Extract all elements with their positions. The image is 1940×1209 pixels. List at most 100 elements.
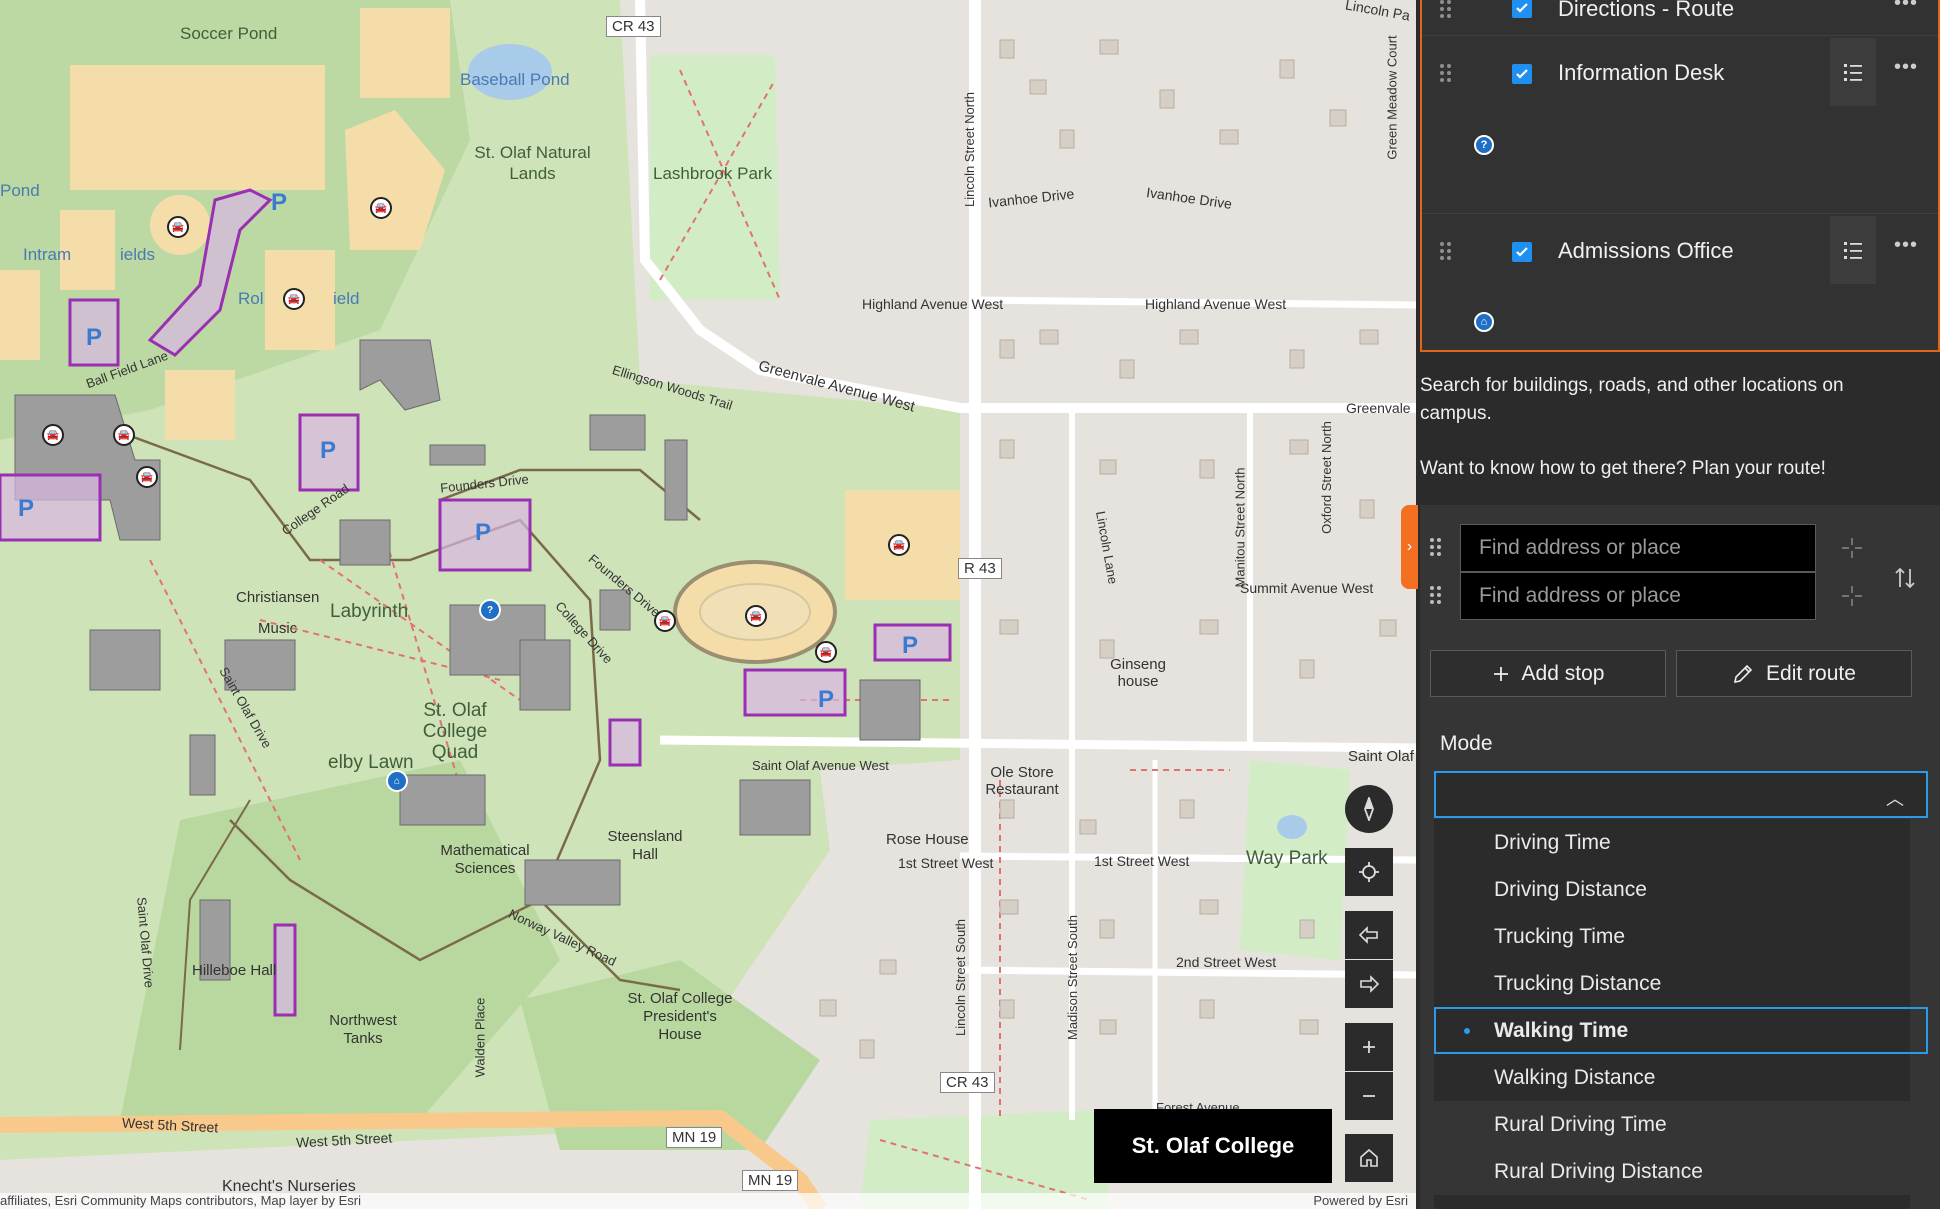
legend-toggle-button[interactable]	[1830, 216, 1876, 284]
parking-icon[interactable]: 🚘	[888, 534, 910, 556]
map-label-labyrinth: Labyrinth	[330, 601, 409, 622]
map-label-madison: Madison Street South	[1065, 914, 1081, 1041]
drag-handle-icon[interactable]	[1440, 64, 1452, 84]
more-options-icon[interactable]: •••	[1894, 234, 1918, 257]
layer-item-information-desk[interactable]: Information Desk ••• ?	[1422, 38, 1938, 214]
mode-option[interactable]: Driving Distance	[1434, 866, 1910, 913]
previous-extent-button[interactable]	[1345, 911, 1393, 959]
map-label-first-street-2: 1st Street West	[1094, 853, 1190, 869]
map-label-rolf: Rol	[238, 289, 264, 308]
information-desk-icon[interactable]: ?	[479, 599, 501, 621]
place-label: St. Olaf College	[1094, 1109, 1332, 1183]
route-shield-cr43-mid: R 43	[958, 558, 1002, 579]
attribution-text: affiliates, Esri Community Maps contribu…	[0, 1193, 361, 1208]
map-view[interactable]: P P P P P P P Soccer Pond Baseball Pond St.…	[0, 0, 1416, 1209]
destination-search-input[interactable]	[1460, 572, 1816, 620]
more-options-icon[interactable]: •••	[1894, 0, 1918, 15]
legend-toggle-button[interactable]	[1830, 38, 1876, 106]
map-label-saint-olaf-ave-2: Saint Olaf	[1348, 748, 1414, 765]
parking-icon[interactable]: 🚘	[370, 197, 392, 219]
parking-icon[interactable]: 🚘	[113, 424, 135, 446]
add-stop-label: Add stop	[1521, 661, 1605, 685]
checkmark-icon	[1516, 3, 1528, 13]
mode-select[interactable]: ︿	[1434, 771, 1928, 818]
mode-option[interactable]: Walking Distance	[1434, 1054, 1910, 1101]
use-location-icon[interactable]	[1840, 584, 1864, 608]
parking-icon[interactable]: 🚘	[136, 466, 158, 488]
list-icon	[1844, 64, 1862, 81]
map-label-fields: ields	[120, 245, 155, 264]
next-extent-button[interactable]	[1345, 960, 1393, 1008]
intro-line-1: Search for buildings, roads, and other l…	[1420, 375, 1844, 424]
map-label-st-olaf-quad: St. Olaf College Quad	[422, 700, 488, 763]
minus-icon	[1363, 1095, 1375, 1097]
mode-option[interactable]: Trucking Time	[1434, 913, 1910, 960]
drag-handle-icon[interactable]	[1440, 0, 1452, 20]
drag-handle-icon[interactable]	[1430, 586, 1442, 606]
mode-option[interactable]: Rural Driving Time	[1434, 1101, 1910, 1148]
map-label-highland-ave-2: Highland Avenue West	[1145, 296, 1287, 312]
mode-option[interactable]: Trucking Distance	[1434, 960, 1910, 1007]
parking-icon[interactable]: 🚘	[283, 288, 305, 310]
more-options-icon[interactable]: •••	[1894, 56, 1918, 79]
admissions-symbol-icon: ⌂	[1474, 312, 1494, 332]
parking-icon[interactable]: 🚘	[167, 216, 189, 238]
drag-handle-icon[interactable]	[1430, 538, 1442, 558]
edit-route-button[interactable]: Edit route	[1676, 650, 1912, 697]
svg-text:P: P	[18, 495, 34, 522]
add-stop-button[interactable]: Add stop	[1430, 650, 1666, 697]
zoom-in-button[interactable]	[1345, 1023, 1393, 1071]
mode-option-selected[interactable]: Walking Time	[1434, 1007, 1928, 1054]
svg-text:P: P	[320, 437, 336, 464]
layer-label: Directions - Route	[1558, 0, 1735, 21]
route-shield-cr43-bottom: CR 43	[940, 1072, 995, 1093]
map-label-green-meadow: Green Meadow Court	[1384, 35, 1400, 160]
arrow-left-icon	[1358, 926, 1378, 944]
intro-text: Search for buildings, roads, and other l…	[1420, 372, 1920, 483]
locate-button[interactable]	[1345, 848, 1393, 896]
powered-by-esri-link[interactable]: Powered by Esri	[1313, 1193, 1408, 1209]
map-label-president-house: St. Olaf College President's House	[627, 990, 733, 1043]
chevron-up-icon: ︿	[1886, 789, 1904, 809]
swap-stops-icon[interactable]	[1892, 565, 1918, 591]
layer-item-directions-route[interactable]: Directions - Route •••	[1422, 0, 1938, 36]
use-location-icon[interactable]	[1840, 536, 1864, 560]
mode-option[interactable]: Driving Time	[1434, 819, 1910, 866]
layer-item-admissions-office[interactable]: Admissions Office ••• ⌂	[1422, 216, 1938, 350]
map-label-hilleboe: Hilleboe Hall	[192, 962, 277, 979]
layer-visibility-checkbox[interactable]	[1512, 64, 1532, 84]
map-label-baseball-pond: Baseball Pond	[460, 70, 570, 89]
mode-option[interactable]: Rural Driving Distance	[1434, 1148, 1910, 1195]
map-label-oxford: Oxford Street North	[1318, 421, 1334, 534]
checkmark-icon	[1516, 247, 1528, 257]
map-attribution: affiliates, Esri Community Maps contribu…	[0, 1193, 1416, 1209]
map-label-ole-store: Ole Store Restaurant	[985, 764, 1059, 798]
parking-icon[interactable]: 🚘	[815, 641, 837, 663]
parking-icon[interactable]: 🚘	[654, 610, 676, 632]
map-label-mathematical: Mathematical Sciences	[440, 842, 530, 877]
svg-text:P: P	[902, 632, 918, 659]
pencil-icon	[1734, 664, 1753, 683]
parking-icon[interactable]: 🚘	[42, 424, 64, 446]
map-label-ginseng: Ginseng house	[1110, 656, 1166, 690]
origin-search-input[interactable]	[1460, 524, 1816, 572]
svg-text:P: P	[86, 324, 102, 351]
map-label-lashbrook-park: Lashbrook Park	[653, 164, 773, 183]
drag-handle-icon[interactable]	[1440, 242, 1452, 262]
panel-collapse-button[interactable]: ›	[1401, 505, 1418, 589]
parking-icon[interactable]: 🚘	[745, 605, 767, 627]
zoom-out-button[interactable]	[1345, 1072, 1393, 1120]
admissions-office-icon[interactable]: ⌂	[386, 770, 408, 792]
compass-button[interactable]	[1345, 785, 1393, 833]
map-label-lincoln-north: Lincoln Street North	[961, 92, 977, 207]
crosshair-icon	[1359, 862, 1379, 882]
intro-line-2: Want to know how to get there? Plan your…	[1420, 458, 1826, 479]
map-label-walden-place: Walden Place	[472, 997, 488, 1078]
plus-icon	[1363, 1041, 1375, 1053]
layer-visibility-checkbox[interactable]	[1512, 0, 1532, 18]
svg-text:P: P	[818, 686, 834, 713]
map-label-summit-ave: Summit Avenue West	[1240, 580, 1374, 596]
layer-visibility-checkbox[interactable]	[1512, 242, 1532, 262]
map-label-ield: ield	[333, 289, 360, 308]
home-button[interactable]	[1345, 1134, 1393, 1182]
